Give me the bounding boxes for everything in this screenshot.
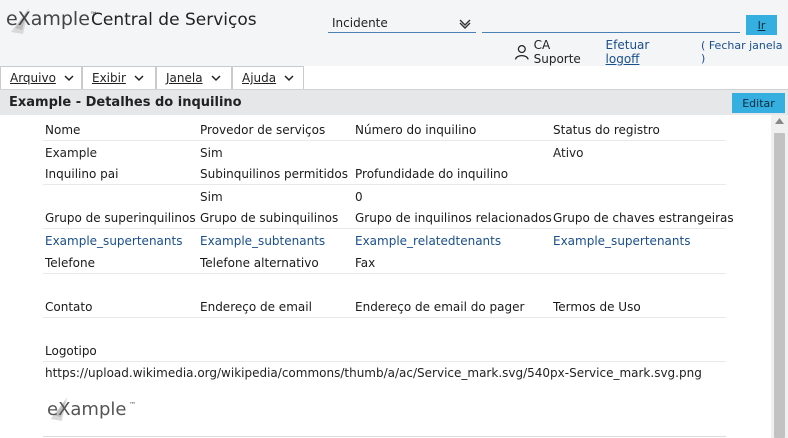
tenant-logo-text: eXample — [47, 399, 127, 420]
field-value-logo-url: https://upload.wikimedia.org/wikipedia/c… — [45, 366, 702, 380]
menu-help[interactable]: Ajuda — [232, 66, 304, 89]
menu-view[interactable]: Exibir — [82, 66, 156, 89]
supertenant-group-link[interactable]: Example_supertenants — [45, 234, 182, 248]
menu-file[interactable]: Arquivo — [0, 66, 82, 89]
field-label: Telefone — [45, 256, 95, 270]
field-label: Logotipo — [45, 344, 97, 358]
chevron-down-icon — [211, 75, 221, 82]
app-logo: eXample™ — [6, 6, 98, 38]
page-title: Example - Detalhes do inquilino — [9, 95, 242, 110]
chevron-down-icon — [64, 75, 74, 82]
search-input[interactable] — [482, 15, 740, 33]
field-label: Inquilino pai — [45, 167, 119, 181]
field-label: Endereço de email — [200, 300, 312, 314]
field-label: Grupo de superinquilinos — [45, 211, 196, 225]
vertical-scrollbar[interactable] — [771, 115, 788, 438]
field-label: Grupo de inquilinos relacionados — [355, 211, 552, 225]
subtenant-group-link[interactable]: Example_subtenants — [200, 234, 325, 248]
label-row — [43, 253, 726, 274]
field-value-service-provider: Sim — [200, 146, 223, 160]
field-value-name: Example — [45, 146, 98, 160]
menu-bar: Arquivo Exibir Janela Ajuda — [0, 66, 788, 89]
app-header: eXample™ Central de Serviços Incidente I… — [0, 0, 788, 66]
foreign-key-group-link[interactable]: Example_supertenants — [553, 234, 690, 248]
field-label: Grupo de subinquilinos — [200, 211, 339, 225]
chevron-down-icon — [459, 19, 471, 29]
field-label: Endereço de email do pager — [355, 300, 525, 314]
user-name: CA Suporte — [533, 38, 581, 66]
field-label: Status do registro — [553, 123, 660, 137]
field-label: Número do inquilino — [355, 123, 477, 137]
field-value-tenant-depth: 0 — [355, 190, 363, 204]
field-label: Termos de Uso — [553, 300, 641, 314]
field-label: Grupo de chaves estrangeiras — [553, 211, 734, 225]
go-button[interactable]: Ir — [746, 15, 777, 35]
related-tenant-group-link[interactable]: Example_relatedtenants — [355, 234, 501, 248]
tenant-logo-tm: ™ — [129, 401, 136, 409]
field-label: Provedor de serviços — [200, 123, 326, 137]
user-icon — [514, 45, 529, 60]
field-label: Telefone alternativo — [200, 256, 319, 270]
chevron-down-icon — [134, 75, 144, 82]
field-label: Profundidade do inquilino — [355, 167, 509, 181]
search-type-select[interactable]: Incidente — [328, 15, 476, 33]
label-row — [43, 341, 726, 362]
field-value-record-status: Ativo — [553, 146, 584, 160]
logoff-link[interactable]: Efetuar logoff — [606, 38, 686, 66]
scroll-thumb[interactable] — [774, 133, 785, 438]
field-label: Fax — [355, 256, 376, 270]
field-value-subtenants-allowed: Sim — [200, 190, 223, 204]
user-area: CA Suporte Efetuar logoff ( Fechar janel… — [514, 38, 788, 66]
divider — [43, 436, 726, 437]
field-label: Subinquilinos permitidos — [200, 167, 349, 181]
search-type-value: Incidente — [332, 16, 388, 30]
scroll-up-arrow-icon[interactable] — [775, 118, 784, 124]
edit-button[interactable]: Editar — [732, 93, 785, 113]
logo-text: eXample™ — [6, 8, 98, 30]
close-window-link[interactable]: ( Fechar janela ) — [701, 39, 788, 65]
tenant-logo-image: eXample ™ — [47, 395, 147, 425]
page-title-bar: Example - Detalhes do inquilino Editar — [0, 89, 788, 115]
field-label: Nome — [45, 123, 81, 137]
app-title: Central de Serviços — [91, 10, 257, 30]
menu-window[interactable]: Janela — [156, 66, 232, 89]
chevron-down-icon — [284, 75, 294, 82]
field-label: Contato — [45, 300, 93, 314]
